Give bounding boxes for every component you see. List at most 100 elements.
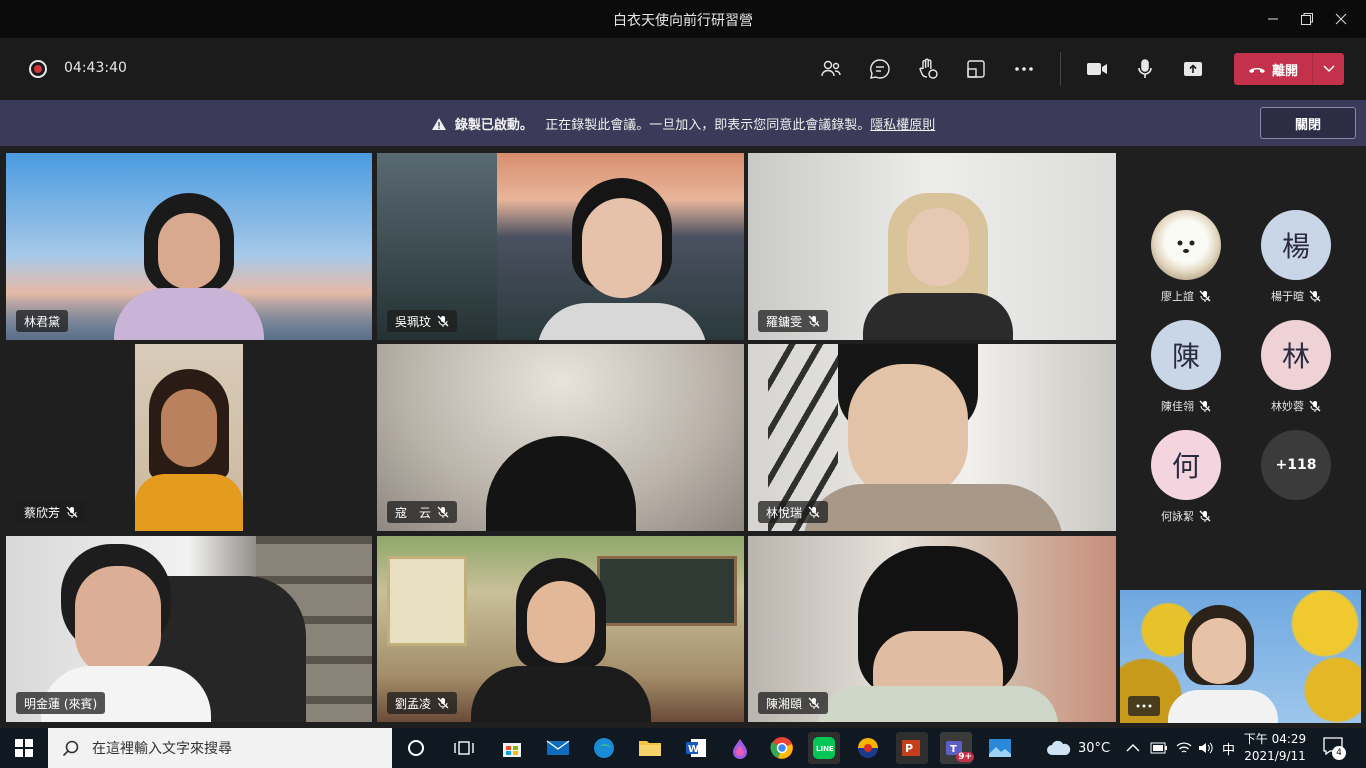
avatar-name: 陳佳翎 (1131, 398, 1241, 414)
participant-name-tag: 明金蓮 (來賓) (16, 692, 106, 714)
wifi-icon (1176, 742, 1192, 753)
leave-main[interactable]: 離開 (1234, 53, 1312, 85)
ime-indicator[interactable]: 中 (1222, 728, 1235, 768)
avatar-name: 何詠絜 (1131, 508, 1241, 524)
network-indicator[interactable] (1176, 728, 1192, 768)
participant-roster: 廖上誼 楊 楊于暄 陳 陳佳翎 林 林妙蓉 何 何詠絜 +118 (1118, 146, 1366, 586)
file-explorer-app[interactable] (634, 732, 666, 764)
title-bar: 白衣天使向前行研習營 (0, 0, 1366, 38)
line-app[interactable]: LINE (808, 732, 840, 764)
cortana-button[interactable] (400, 732, 432, 764)
battery-icon (1150, 742, 1167, 754)
mic-off-icon (1199, 510, 1211, 522)
paint-app[interactable] (724, 732, 756, 764)
camera-icon (1087, 63, 1107, 75)
close-icon (1335, 13, 1347, 25)
notification-center-button[interactable]: 4 (1322, 736, 1348, 762)
share-screen-icon (1184, 62, 1202, 76)
reactions-button[interactable] (913, 54, 943, 84)
mic-off-icon (66, 506, 78, 518)
mic-off-icon (808, 506, 820, 518)
people-icon (821, 60, 841, 77)
avatar[interactable] (1151, 210, 1221, 280)
video-tile[interactable]: 劉孟凌 (377, 536, 744, 722)
camera-button[interactable] (1082, 54, 1112, 84)
video-tile[interactable]: 林君黛 (6, 153, 372, 340)
weather-widget[interactable]: 30°C (1046, 728, 1110, 768)
app-icon[interactable] (852, 732, 884, 764)
minimize-icon (1268, 18, 1278, 20)
chrome-icon (770, 737, 793, 759)
raise-hand-icon (919, 58, 938, 79)
edge-app[interactable] (588, 732, 620, 764)
more-participants-button[interactable]: +118 (1261, 430, 1331, 500)
avatar[interactable]: 林 (1261, 320, 1331, 390)
volume-indicator[interactable] (1198, 728, 1214, 768)
mail-app[interactable] (542, 732, 574, 764)
chat-icon (870, 59, 890, 79)
self-view[interactable] (1120, 590, 1361, 723)
taskbar-search[interactable]: 在這裡輸入文字來搜尋 (48, 728, 392, 768)
teams-app[interactable]: T 9+ (940, 732, 974, 764)
chrome-app[interactable] (766, 732, 798, 764)
show-hidden-icons[interactable] (1126, 728, 1140, 768)
avatar[interactable]: 何 (1151, 430, 1221, 500)
system-clock[interactable]: 下午 04:29 2021/9/11 (1240, 731, 1310, 765)
avatar-name: 林妙蓉 (1241, 398, 1351, 414)
store-app[interactable] (496, 732, 528, 764)
breakout-rooms-icon (967, 60, 985, 78)
powerpoint-icon: P (902, 740, 920, 756)
folder-icon (639, 741, 661, 756)
more-actions-button[interactable] (1009, 54, 1039, 84)
clock-date: 2021/9/11 (1244, 749, 1306, 763)
start-button[interactable] (0, 728, 48, 768)
dismiss-button[interactable]: 關閉 (1260, 107, 1356, 139)
privacy-link[interactable]: 隱私權原則 (870, 118, 935, 133)
self-view-menu-button[interactable] (1128, 696, 1160, 716)
video-tile[interactable]: 明金蓮 (來賓) (6, 536, 372, 722)
meeting-timer: 04:43:40 (64, 60, 127, 76)
banner-text: 正在錄製此會議。一旦加入，即表示您同意此會議錄製。 (545, 118, 871, 133)
task-view-icon (454, 741, 474, 755)
participant-name-tag: 羅鏞雯 (758, 310, 829, 332)
rooms-button[interactable] (961, 54, 991, 84)
more-icon (1136, 704, 1152, 708)
video-tile[interactable]: 羅鏞雯 (748, 153, 1116, 340)
avatar-name: 楊于暄 (1241, 288, 1351, 304)
participant-name-tag: 蔡欣芳 (16, 501, 87, 523)
video-tile[interactable]: 寇 云 (377, 344, 744, 531)
recording-icon (29, 60, 47, 78)
banner-strong: 錄製已啟動。 (454, 118, 533, 133)
powerpoint-app[interactable]: P (896, 732, 928, 764)
avatar[interactable]: 陳 (1151, 320, 1221, 390)
chevron-down-icon (1322, 65, 1335, 73)
mic-button[interactable] (1130, 54, 1160, 84)
search-placeholder: 在這裡輸入文字來搜尋 (92, 741, 232, 757)
participants-button[interactable] (816, 54, 846, 84)
share-button[interactable] (1178, 54, 1208, 84)
line-icon: LINE (813, 737, 835, 759)
close-window-button[interactable] (1318, 0, 1364, 38)
battery-indicator[interactable] (1150, 728, 1168, 768)
video-tile[interactable]: 陳湘頤 (748, 536, 1116, 722)
window-title: 白衣天使向前行研習營 (613, 13, 753, 29)
word-app[interactable]: W (680, 732, 712, 764)
avatar[interactable]: 楊 (1261, 210, 1331, 280)
participant-name-tag: 林悅瑞 (758, 501, 829, 523)
video-tile[interactable]: 蔡欣芳 (6, 344, 372, 531)
mic-off-icon (437, 315, 449, 327)
video-tile[interactable]: 吳珮玟 (377, 153, 744, 340)
mic-off-icon (437, 697, 449, 709)
mail-icon (546, 740, 570, 755)
participant-name-tag: 林君黛 (16, 310, 69, 332)
teams-badge: 9+ (956, 752, 974, 762)
chat-button[interactable] (865, 54, 895, 84)
leave-options-button[interactable] (1313, 53, 1344, 85)
svg-text:LINE: LINE (816, 745, 834, 753)
video-tile[interactable]: 林悅瑞 (748, 344, 1116, 531)
toolbar-divider (1060, 52, 1061, 86)
restore-icon (1301, 13, 1313, 25)
leave-button[interactable]: 離開 (1234, 53, 1344, 85)
task-view-button[interactable] (448, 732, 480, 764)
photos-app[interactable] (984, 732, 1016, 764)
